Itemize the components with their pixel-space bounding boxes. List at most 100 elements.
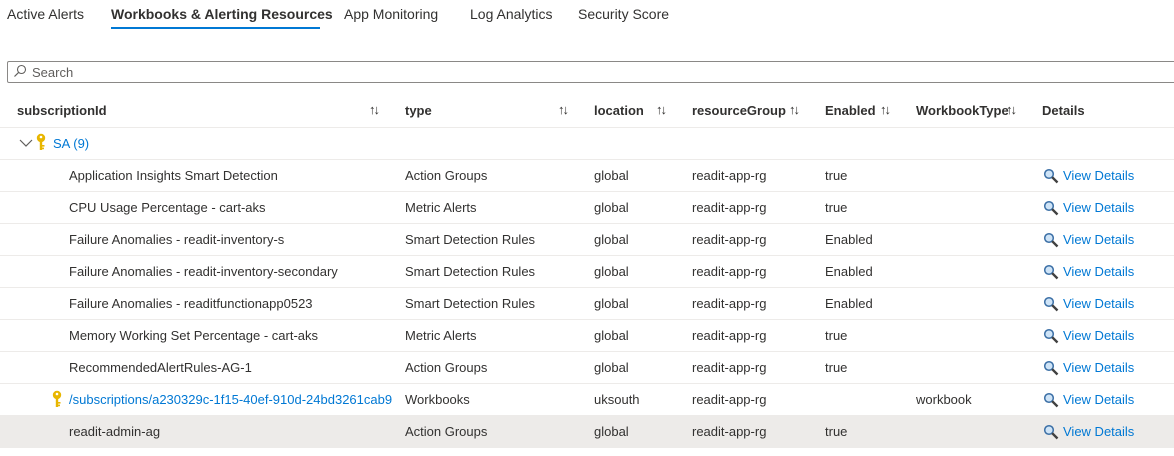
search-icon [14,64,27,77]
table-row[interactable]: Application Insights Smart Detection Act… [0,160,1174,192]
column-header-location[interactable]: location [594,103,644,118]
group-label[interactable]: SA (9) [53,136,89,151]
table-row[interactable]: RecommendedAlertRules-AG-1 Action Groups… [0,352,1174,384]
cell-location: global [594,360,629,375]
view-details-label[interactable]: View Details [1063,296,1134,311]
cell-subscriptionid: Memory Working Set Percentage - cart-aks [69,328,319,343]
cell-type: Workbooks [405,392,470,407]
cell-location: global [594,424,629,439]
cell-type: Action Groups [405,168,488,183]
cell-type: Action Groups [405,424,488,439]
table-row[interactable]: Failure Anomalies - readit-inventory-sec… [0,256,1174,288]
sort-icon[interactable]: ↑↓ [656,102,667,117]
cell-enabled: true [825,424,848,439]
sort-icon[interactable]: ↑↓ [369,102,380,117]
view-details-label[interactable]: View Details [1063,168,1134,183]
cell-resourcegroup: readit-app-rg [692,296,767,311]
cell-type: Metric Alerts [405,200,477,215]
active-tab-indicator [111,27,320,29]
search-input[interactable] [32,63,1162,81]
table-row[interactable]: Failure Anomalies - readit-inventory-s S… [0,224,1174,256]
subscription-link[interactable]: /subscriptions/a230329c-1f15-40ef-910d-2… [69,392,392,407]
sort-icon[interactable]: ↑↓ [789,102,800,117]
cell-resourcegroup: readit-app-rg [692,392,767,407]
cell-location: global [594,296,629,311]
cell-location: global [594,264,629,279]
table-row[interactable]: Failure Anomalies - readitfunctionapp052… [0,288,1174,320]
cell-resourcegroup: readit-app-rg [692,360,767,375]
cell-resourcegroup: readit-app-rg [692,328,767,343]
cell-subscriptionid: readit-admin-ag [69,424,161,439]
magnifier-icon [1043,424,1059,440]
view-details-label[interactable]: View Details [1063,232,1134,247]
magnifier-icon [1043,392,1059,408]
cell-subscriptionid: Application Insights Smart Detection [69,168,278,183]
cell-subscriptionid: Failure Anomalies - readit-inventory-s [69,232,285,247]
tab-app-monitoring[interactable]: App Monitoring [344,6,438,22]
magnifier-icon [1043,296,1059,312]
cell-enabled: Enabled [825,232,873,247]
cell-enabled: true [825,360,848,375]
table-row[interactable]: Memory Working Set Percentage - cart-aks… [0,320,1174,352]
cell-subscriptionid: CPU Usage Percentage - cart-aks [69,200,266,215]
key-icon [52,390,62,407]
cell-location: global [594,328,629,343]
cell-type: Action Groups [405,360,488,375]
tab-active-alerts[interactable]: Active Alerts [7,6,84,22]
sort-icon[interactable]: ↑↓ [558,102,569,117]
cell-enabled: true [825,200,848,215]
tab-workbooks-alerting-resources[interactable]: Workbooks & Alerting Resources [111,6,333,22]
column-header-subscriptionid[interactable]: subscriptionId [17,103,107,118]
key-icon [36,133,46,150]
cell-location: global [594,200,629,215]
tab-log-analytics[interactable]: Log Analytics [470,6,553,22]
cell-subscriptionid: RecommendedAlertRules-AG-1 [69,360,252,375]
view-details-label[interactable]: View Details [1063,328,1134,343]
cell-enabled: Enabled [825,264,873,279]
sort-icon[interactable]: ↑↓ [880,102,891,117]
cell-resourcegroup: readit-app-rg [692,232,767,247]
cell-type: Smart Detection Rules [405,264,536,279]
cell-enabled: true [825,168,848,183]
table-row-selected[interactable]: readit-admin-ag Action Groups global rea… [0,416,1174,448]
view-details-label[interactable]: View Details [1063,424,1134,439]
cell-enabled: Enabled [825,296,873,311]
magnifier-icon [1043,360,1059,376]
view-details-label[interactable]: View Details [1063,360,1134,375]
cell-resourcegroup: readit-app-rg [692,424,767,439]
view-details-label[interactable]: View Details [1063,200,1134,215]
cell-location: global [594,232,629,247]
view-details-label[interactable]: View Details [1063,264,1134,279]
view-details-label[interactable]: View Details [1063,392,1134,407]
cell-workbooktype: workbook [916,392,972,407]
cell-resourcegroup: readit-app-rg [692,264,767,279]
table-header: subscriptionId ↑↓ type ↑↓ location ↑↓ re… [0,94,1174,128]
column-header-details: Details [1042,103,1085,118]
column-header-enabled[interactable]: Enabled [825,103,876,118]
magnifier-icon [1043,328,1059,344]
cell-type: Smart Detection Rules [405,296,536,311]
magnifier-icon [1043,232,1059,248]
column-header-workbooktype[interactable]: WorkbookType [916,103,1009,118]
magnifier-icon [1043,264,1059,280]
tab-bar: Active Alerts Workbooks & Alerting Resou… [0,0,1174,34]
cell-location: global [594,168,629,183]
column-header-type[interactable]: type [405,103,432,118]
cell-location: uksouth [594,392,640,407]
magnifier-icon [1043,168,1059,184]
table-row[interactable]: /subscriptions/a230329c-1f15-40ef-910d-2… [0,384,1174,416]
cell-resourcegroup: readit-app-rg [692,168,767,183]
chevron-down-icon[interactable] [19,136,33,150]
table-row[interactable]: CPU Usage Percentage - cart-aks Metric A… [0,192,1174,224]
search-box[interactable] [7,61,1174,83]
cell-type: Metric Alerts [405,328,477,343]
sort-icon[interactable]: ↑↓ [1006,102,1017,117]
magnifier-icon [1043,200,1059,216]
cell-resourcegroup: readit-app-rg [692,200,767,215]
cell-type: Smart Detection Rules [405,232,536,247]
cell-subscriptionid: Failure Anomalies - readit-inventory-sec… [69,264,338,279]
column-header-resourcegroup[interactable]: resourceGroup [692,103,786,118]
tab-security-score[interactable]: Security Score [578,6,669,22]
group-row[interactable]: SA (9) [0,128,1174,160]
cell-subscriptionid: Failure Anomalies - readitfunctionapp052… [69,296,313,311]
